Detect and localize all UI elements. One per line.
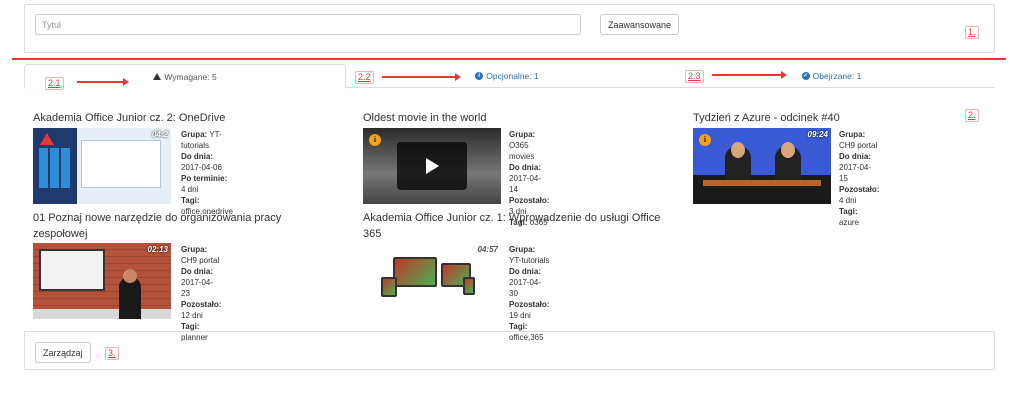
meta-label: Pozostało: — [509, 196, 550, 205]
video-thumbnail[interactable]: i — [363, 128, 501, 204]
warning-icon — [153, 73, 162, 80]
video-duration: 04:2 — [151, 130, 168, 139]
meta-label: Pozostało: — [181, 300, 222, 309]
manage-button[interactable]: Zarządzaj — [35, 342, 91, 363]
tab-required-label: Wymagane: 5 — [164, 71, 217, 82]
thumbnail-graphic — [119, 277, 141, 319]
annotation-1: 1. — [965, 26, 979, 39]
meta-label: Po terminie: — [181, 174, 228, 183]
video-duration: 02:13 — [147, 245, 168, 254]
video-group: CH9 portal — [181, 256, 220, 265]
video-tags: azure — [839, 218, 860, 227]
meta-label: Tagi: — [839, 207, 858, 216]
arrow-2-1 — [77, 78, 129, 86]
video-thumbnail[interactable]: 02:13 — [33, 243, 171, 319]
video-meta: Grupa: CH9 portal Do dnia: 2017-04-23 Po… — [181, 244, 221, 343]
video-tabs: Wymagane: 5 i Opcjonalne: 1 ✓ Obejrzane:… — [24, 64, 995, 89]
video-group: YT-tutorials — [509, 256, 550, 265]
thumbnail-graphic — [463, 277, 475, 295]
check-circle-icon: ✓ — [801, 72, 810, 80]
arrow-2-3 — [712, 71, 787, 79]
meta-label: Pozostało: — [839, 185, 880, 194]
meta-label: Do dnia: — [509, 163, 541, 172]
video-due: 2017-04-14 — [509, 174, 542, 194]
meta-label: Grupa: — [839, 130, 866, 139]
annotation-2: 2. — [965, 109, 979, 122]
thumbnail-graphic — [123, 269, 137, 283]
annotation-2-1: 2.1 — [45, 77, 64, 90]
video-title[interactable]: Akademia Office Junior cz. 1: Wprowadzen… — [363, 210, 663, 242]
meta-label: Do dnia: — [839, 152, 871, 161]
video-remaining: 19 dni — [509, 311, 531, 320]
meta-label: Grupa: — [181, 245, 208, 254]
video-due: 2017-04-23 — [181, 278, 214, 298]
meta-label: Pozostało: — [509, 300, 550, 309]
video-remaining: 4 dni — [839, 196, 857, 205]
thumbnail-graphic — [33, 309, 171, 319]
video-thumbnail[interactable]: 04:2 — [33, 128, 171, 204]
play-icon[interactable] — [397, 142, 467, 190]
video-overdue: 4 dni — [181, 185, 199, 194]
search-panel: Zaawansowane 1. — [24, 4, 995, 53]
thumbnail-graphic — [39, 249, 105, 291]
advanced-search-button[interactable]: Zaawansowane — [600, 14, 680, 35]
thumbnail-graphic — [731, 142, 745, 158]
video-title[interactable]: Tydzień z Azure - odcinek #40 — [693, 110, 840, 126]
meta-label: Tagi: — [509, 322, 528, 331]
meta-label: Tagi: — [181, 322, 200, 331]
tab-required[interactable]: Wymagane: 5 — [24, 64, 346, 89]
thumbnail-graphic — [81, 140, 161, 188]
video-thumbnail[interactable]: 04:57 — [363, 243, 501, 319]
meta-label: Grupa: — [509, 245, 536, 254]
video-title[interactable]: Akademia Office Junior cz. 2: OneDrive — [33, 110, 225, 126]
meta-label: Grupa: — [509, 130, 536, 139]
tab-watched-label: Obejrzane: 1 — [812, 71, 862, 81]
video-thumbnail[interactable]: i 09:24 — [693, 128, 831, 204]
alert-triangle-icon — [40, 133, 54, 145]
info-icon: i — [475, 72, 484, 80]
arrow-2-2 — [382, 73, 461, 81]
meta-label: Do dnia: — [181, 267, 213, 276]
title-search-input[interactable] — [35, 14, 581, 35]
video-group: CH9 portal — [839, 141, 878, 150]
video-due: 2017-04-15 — [839, 163, 872, 183]
section-divider — [12, 58, 1006, 60]
video-title[interactable]: 01 Poznaj nowe narzędzie do organizowani… — [33, 210, 323, 242]
meta-label: Grupa: — [181, 130, 208, 139]
video-title[interactable]: Oldest movie in the world — [363, 110, 487, 126]
thumbnail-graphic — [381, 277, 397, 297]
video-group: O365 movies — [509, 141, 535, 161]
thumbnail-graphic — [393, 257, 437, 287]
meta-label: Do dnia: — [181, 152, 213, 161]
video-meta: Grupa: YT-tutorials Do dnia: 2017-04-30 … — [509, 244, 549, 343]
thumbnail-graphic — [781, 142, 795, 158]
info-icon: i — [369, 134, 381, 146]
video-duration: 09:24 — [807, 130, 828, 139]
thumbnail-graphic — [703, 180, 821, 186]
meta-label: Tagi: — [181, 196, 200, 205]
thumbnail-graphic — [39, 148, 71, 188]
info-icon: i — [699, 134, 711, 146]
annotation-2-2: 2.2 — [355, 71, 374, 84]
video-due: 2017-04-06 — [181, 163, 222, 172]
video-due: 2017-04-30 — [509, 278, 542, 298]
video-meta: Grupa: CH9 portal Do dnia: 2017-04-15 Po… — [839, 129, 879, 228]
footer-panel: Zarządzaj 3. — [24, 331, 995, 370]
tab-watched[interactable]: ✓ Obejrzane: 1 — [668, 64, 995, 88]
video-meta: Grupa: YT-tutorials Do dnia: 2017-04-06 … — [181, 129, 233, 217]
annotation-3: 3. — [105, 347, 119, 360]
annotation-2-3: 2.3 — [685, 70, 704, 83]
video-duration: 04:57 — [477, 245, 498, 254]
meta-label: Do dnia: — [509, 267, 541, 276]
tab-optional-label: Opcjonalne: 1 — [486, 71, 539, 81]
video-remaining: 12 dni — [181, 311, 203, 320]
